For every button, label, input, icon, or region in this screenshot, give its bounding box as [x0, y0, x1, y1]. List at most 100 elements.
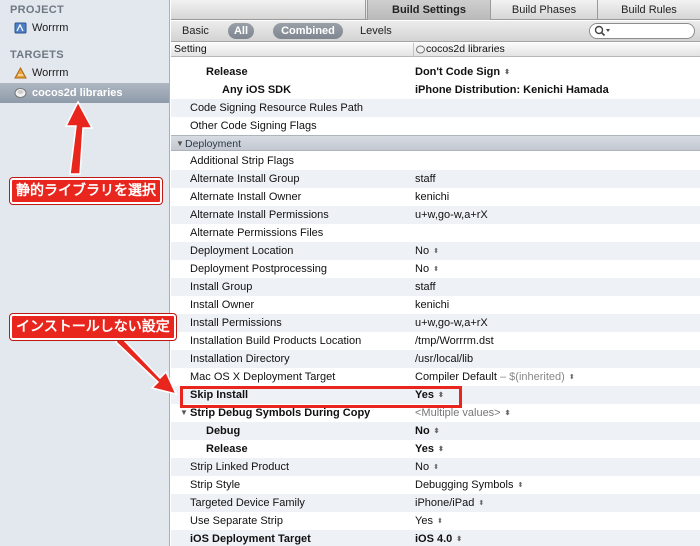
target-item-label: Worrrm — [32, 67, 69, 79]
inherited-value: – $(inherited) — [499, 371, 565, 383]
xcode-project-icon — [14, 22, 27, 34]
setting-name: Alternate Install Permissions — [190, 209, 329, 221]
setting-value: u+w,go-w,a+rX — [415, 317, 488, 329]
search-icon — [594, 25, 610, 37]
setting-row[interactable]: Any iOS SDK iPhone Distribution: Kenichi… — [171, 81, 700, 99]
setting-name: Alternate Permissions Files — [190, 227, 324, 239]
setting-name: Other Code Signing Flags — [190, 120, 317, 132]
setting-row[interactable]: Strip Linked Product No ⬍ — [171, 458, 700, 476]
project-navigator: PROJECT Worrrm TARGETS Worrrm cocos2d li… — [0, 0, 170, 546]
setting-row[interactable]: Install Owner kenichi — [171, 296, 700, 314]
static-library-icon — [416, 45, 425, 54]
setting-row[interactable]: Other Code Signing Flags — [171, 117, 700, 135]
popup-arrows-icon: ⬍ — [478, 500, 484, 507]
setting-name: Code Signing Resource Rules Path — [190, 102, 364, 114]
setting-name: Additional Strip Flags — [190, 155, 294, 167]
popup-arrows-icon: ⬍ — [433, 464, 439, 471]
setting-name: Installation Directory — [190, 353, 290, 365]
setting-row[interactable]: Release Don't Code Sign ⬍ — [171, 63, 700, 81]
setting-value: iPhone/iPad — [415, 497, 475, 509]
setting-name: Release — [206, 443, 248, 455]
setting-name: Mac OS X Deployment Target — [190, 371, 336, 383]
setting-row[interactable]: Additional Strip Flags — [171, 152, 700, 170]
setting-name: Installation Build Products Location — [190, 335, 362, 347]
setting-value: Yes — [415, 443, 434, 455]
setting-value: staff — [415, 173, 436, 185]
setting-name: Release — [206, 66, 248, 78]
setting-name: Targeted Device Family — [190, 497, 305, 509]
tab-build-rules[interactable]: Build Rules — [598, 0, 700, 20]
setting-value: /tmp/Worrrm.dst — [415, 335, 494, 347]
setting-value: Don't Code Sign — [415, 66, 501, 78]
setting-name: Install Permissions — [190, 317, 282, 329]
setting-name: Install Owner — [190, 299, 255, 311]
target-column-label: cocos2d libraries — [426, 43, 505, 55]
setting-row[interactable]: Deployment Postprocessing No ⬍ — [171, 260, 700, 278]
target-column-header: cocos2d libraries — [413, 43, 505, 57]
tab-build-phases[interactable]: Build Phases — [491, 0, 597, 20]
combined-view-button[interactable]: Combined — [273, 23, 343, 39]
setting-value: kenichi — [415, 191, 450, 203]
target-item-worrrm[interactable]: Worrrm — [14, 64, 68, 82]
setting-row[interactable]: Alternate Install Permissions u+w,go-w,a… — [171, 206, 700, 224]
setting-row[interactable]: Install Group staff — [171, 278, 700, 296]
project-item-label: Worrrm — [32, 22, 69, 34]
popup-arrows-icon: ⬍ — [517, 482, 523, 489]
setting-row[interactable]: Debug No ⬍ — [171, 422, 700, 440]
setting-row[interactable]: iOS Deployment Target iOS 4.0 ⬍ — [171, 530, 700, 546]
popup-arrows-icon: ⬍ — [436, 518, 443, 525]
setting-name: Deployment Postprocessing — [190, 263, 327, 275]
section-title: Deployment — [185, 138, 242, 150]
setting-row[interactable]: Strip Style Debugging Symbols ⬍ — [171, 476, 700, 494]
project-header: PROJECT — [10, 4, 65, 16]
popup-arrows-icon: ⬍ — [456, 536, 462, 543]
setting-value: <Multiple values> — [415, 407, 501, 419]
levels-view-button[interactable]: Levels — [360, 23, 392, 39]
basic-filter-button[interactable]: Basic — [182, 23, 209, 39]
popup-arrows-icon: ⬍ — [433, 428, 440, 435]
setting-value: kenichi — [415, 299, 450, 311]
app-target-icon — [14, 67, 27, 79]
setting-row[interactable]: Alternate Install Group staff — [171, 170, 700, 188]
setting-value: No — [415, 263, 430, 275]
setting-value: Compiler Default — [415, 371, 497, 383]
setting-row[interactable]: Installation Build Products Location /tm… — [171, 332, 700, 350]
setting-row[interactable]: Alternate Permissions Files — [171, 224, 700, 242]
setting-name: Debug — [206, 425, 241, 437]
tab-build-settings[interactable]: Build Settings — [367, 0, 491, 20]
setting-value: Yes — [415, 515, 433, 527]
setting-row[interactable]: Release Yes ⬍ — [171, 440, 700, 458]
column-header: Setting cocos2d libraries — [171, 43, 700, 57]
disclosure-triangle-icon[interactable]: ▼ — [176, 136, 184, 152]
target-item-cocos2d-libraries[interactable]: cocos2d libraries — [14, 84, 123, 102]
editor-tab-bar: Build Settings Build Phases Build Rules — [171, 0, 700, 20]
setting-row[interactable]: Install Permissions u+w,go-w,a+rX — [171, 314, 700, 332]
target-item-label: cocos2d libraries — [32, 87, 123, 99]
project-item[interactable]: Worrrm — [14, 19, 68, 37]
setting-row[interactable]: Alternate Install Owner kenichi — [171, 188, 700, 206]
setting-value: /usr/local/lib — [415, 353, 474, 365]
deployment-section-header[interactable]: ▼ Deployment — [171, 135, 700, 151]
setting-name: Any iOS SDK — [222, 84, 292, 96]
setting-name: Alternate Install Group — [190, 173, 300, 185]
build-settings-editor: Build Settings Build Phases Build Rules … — [171, 0, 700, 546]
setting-value: iPhone Distribution: Kenichi Hamada — [415, 84, 609, 96]
setting-name: iOS Deployment Target — [190, 533, 311, 545]
setting-row[interactable]: Installation Directory /usr/local/lib — [171, 350, 700, 368]
static-library-icon — [14, 88, 27, 98]
all-filter-button[interactable]: All — [228, 23, 254, 39]
setting-name: Install Group — [190, 281, 253, 293]
setting-row[interactable]: Code Signing Resource Rules Path — [171, 99, 700, 117]
setting-row[interactable]: Use Separate Strip Yes ⬍ — [171, 512, 700, 530]
setting-value: staff — [415, 281, 436, 293]
setting-row[interactable]: Targeted Device Family iPhone/iPad ⬍ — [171, 494, 700, 512]
setting-row[interactable]: Deployment Location No ⬍ — [171, 242, 700, 260]
setting-name: Strip Style — [190, 479, 241, 491]
search-input[interactable] — [589, 23, 695, 39]
setting-value: No — [415, 461, 430, 473]
setting-value: iOS 4.0 — [415, 533, 453, 545]
setting-row[interactable]: Mac OS X Deployment Target Compiler Defa… — [171, 368, 700, 386]
setting-name: Deployment Location — [190, 245, 294, 257]
popup-arrows-icon: ⬍ — [504, 69, 510, 76]
popup-arrows-icon: ⬍ — [568, 374, 575, 381]
